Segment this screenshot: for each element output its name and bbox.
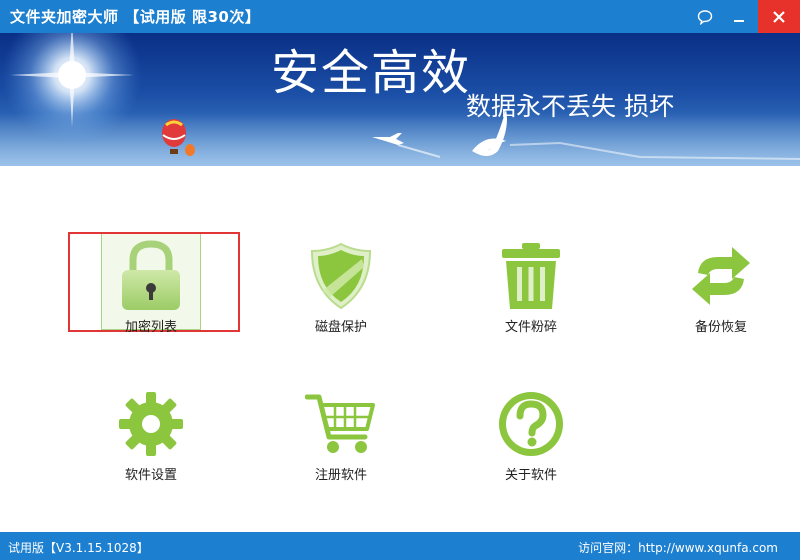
sync-arrows-icon	[692, 247, 750, 305]
feature-settings[interactable]: 软件设置	[76, 384, 226, 494]
title-bar: 文件夹加密大师 【试用版 限30次】	[0, 0, 800, 33]
minimize-icon	[734, 19, 744, 22]
feature-label: 备份恢复	[694, 320, 747, 335]
website-link[interactable]: 访问官网：http://www.xqunfa.com	[578, 539, 778, 556]
banner-headline: 安全高效	[271, 45, 472, 101]
close-button[interactable]	[758, 0, 800, 33]
feature-register[interactable]: 注册软件	[266, 384, 416, 494]
shield-icon	[310, 242, 372, 310]
shopping-cart-icon	[305, 394, 375, 453]
feature-backup-restore[interactable]: 备份恢复	[646, 236, 796, 346]
feature-file-shred[interactable]: 文件粉碎	[456, 236, 606, 346]
chat-bubble-icon	[697, 9, 713, 25]
window-title: 文件夹加密大师 【试用版 限30次】	[10, 8, 261, 26]
version-text: 试用版【V3.1.15.1028】	[8, 541, 149, 555]
banner-subline: 数据永不丢失 损坏	[466, 92, 674, 121]
feature-label: 加密列表	[124, 320, 177, 335]
feature-about[interactable]: 关于软件	[456, 384, 606, 494]
feature-label: 关于软件	[504, 468, 557, 483]
trash-bin-icon	[502, 243, 560, 309]
minimize-button[interactable]	[724, 0, 754, 33]
feature-label: 文件粉碎	[504, 320, 557, 335]
close-icon	[773, 10, 785, 23]
feature-label: 磁盘保护	[314, 320, 367, 335]
padlock-icon	[122, 240, 180, 310]
gear-icon	[119, 392, 183, 456]
feature-label: 软件设置	[124, 468, 177, 483]
feedback-button[interactable]	[690, 0, 720, 33]
question-mark-icon	[499, 392, 563, 456]
feature-disk-protect[interactable]: 磁盘保护	[266, 236, 416, 346]
feature-label: 注册软件	[314, 468, 367, 483]
feature-encrypt-list[interactable]: 加密列表	[76, 236, 226, 346]
status-bar: 试用版【V3.1.15.1028】 访问官网：http://www.xqunfa…	[0, 532, 800, 560]
banner: 安全高效 数据永不丢失 损坏	[0, 33, 800, 166]
